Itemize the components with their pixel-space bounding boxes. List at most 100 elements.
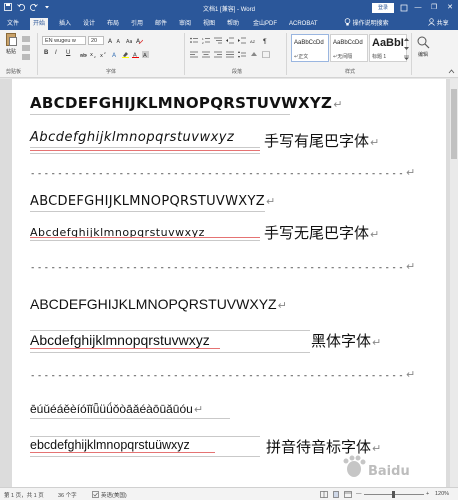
sort-icon[interactable]: AZ <box>250 37 257 44</box>
align-right-icon[interactable] <box>214 51 222 58</box>
multilevel-list-icon[interactable] <box>214 37 222 44</box>
shading-icon[interactable] <box>250 51 257 58</box>
shrink-font-icon[interactable]: A <box>116 37 123 45</box>
vertical-scrollbar[interactable] <box>450 79 458 487</box>
style-normal[interactable]: AaBbCcDd ↵正文 <box>291 34 329 62</box>
tab-acrobat[interactable]: ACROBAT <box>286 18 321 30</box>
web-layout-icon[interactable] <box>344 491 352 500</box>
align-left-icon[interactable] <box>190 51 198 58</box>
borders-icon[interactable] <box>262 51 270 58</box>
numbering-icon[interactable]: 12 <box>202 37 210 45</box>
section1-uppercase[interactable]: ABCDEFGHIJKLMNOPQRSTUVWXYZ↵ <box>30 94 343 112</box>
lowercase-text: ebcdefghijklmnopqrstuüwxyz <box>30 438 190 452</box>
print-layout-icon[interactable] <box>332 491 340 500</box>
clear-formatting-icon[interactable]: A <box>136 37 144 45</box>
scrollbar-thumb[interactable] <box>451 89 457 159</box>
highlight-icon[interactable] <box>122 51 129 58</box>
tab-review[interactable]: 审阅 <box>176 18 194 30</box>
styles-scroll-up-icon[interactable] <box>403 36 410 43</box>
minimize-button[interactable]: — <box>412 2 424 14</box>
svg-text:abc: abc <box>80 53 87 58</box>
style-no-spacing[interactable]: AaBbCcDd ↵无间隔 <box>330 34 368 62</box>
section1-lowercase[interactable]: Abcdefghijklmnopqrstuvwxyz <box>30 130 234 145</box>
underline-button[interactable]: U <box>66 50 70 56</box>
dash-separator[interactable]: ----------------------------------------… <box>30 166 417 179</box>
style-heading-1[interactable]: AaBbI 标题 1 <box>369 34 407 62</box>
styles-more-icon[interactable] <box>403 54 410 61</box>
tab-kingsoft-pdf[interactable]: 金山PDF <box>250 18 280 30</box>
guide-line <box>30 114 290 115</box>
section3-chinese-label[interactable]: 黑体字体↵ <box>311 330 381 351</box>
bold-button[interactable]: B <box>44 50 48 56</box>
bullets-icon[interactable] <box>190 37 198 44</box>
tab-home[interactable]: 开始 <box>30 18 49 30</box>
superscript-icon[interactable]: x2 <box>100 51 107 59</box>
tab-insert[interactable]: 插入 <box>56 18 74 30</box>
editing-label: 编辑 <box>417 52 428 58</box>
word-count[interactable]: 36 个字 <box>58 491 77 499</box>
collapse-ribbon-icon[interactable] <box>448 68 455 75</box>
lightbulb-icon <box>344 18 353 27</box>
change-case-icon[interactable]: Aa <box>126 37 133 45</box>
language-indicator[interactable]: 英语(美国) <box>101 491 127 499</box>
tab-file[interactable]: 文件 <box>4 18 22 30</box>
tell-me-search[interactable]: 操作说明搜索 <box>344 18 389 30</box>
line-spacing-icon[interactable] <box>238 51 246 58</box>
paragraph-group-label: 段落 <box>232 69 243 75</box>
section1-chinese-label[interactable]: 手写有尾巴字体↵ <box>264 130 379 151</box>
tab-view[interactable]: 视图 <box>200 18 218 30</box>
style-sample: AaBbI <box>372 37 404 49</box>
zoom-out-icon[interactable]: — <box>356 491 362 497</box>
cut-icon[interactable] <box>22 36 30 42</box>
copy-icon[interactable] <box>22 45 30 51</box>
editing-button[interactable]: 编辑 <box>414 35 432 61</box>
align-center-icon[interactable] <box>202 51 210 58</box>
tab-references[interactable]: 引用 <box>128 18 146 30</box>
font-color-icon[interactable]: A <box>132 51 139 59</box>
tab-layout[interactable]: 布局 <box>104 18 122 30</box>
tab-mailings[interactable]: 邮件 <box>152 18 170 30</box>
decrease-indent-icon[interactable] <box>226 37 234 44</box>
styles-scroll-down-icon[interactable] <box>403 45 410 52</box>
zoom-in-icon[interactable]: + <box>426 491 429 497</box>
font-size-select[interactable]: 20 <box>88 36 104 45</box>
format-painter-icon[interactable] <box>22 54 30 60</box>
justify-icon[interactable] <box>226 51 234 58</box>
guide-line <box>30 418 230 419</box>
section2-chinese-label[interactable]: 手写无尾巴字体↵ <box>264 222 379 243</box>
share-button[interactable]: 共享 <box>428 18 449 30</box>
pinyin-lowercase-line[interactable]: ebcdefghijklmnopqrstuüwxyz <box>30 438 190 452</box>
section3-lowercase[interactable]: Abcdefghijklmnopqrstuvwxyz <box>30 332 210 348</box>
grow-font-icon[interactable]: A <box>108 37 115 45</box>
guide-line <box>30 436 260 437</box>
zoom-slider-handle[interactable] <box>392 491 395 498</box>
font-name-select[interactable]: EN wugeu w <box>42 36 86 45</box>
char-shading-icon[interactable]: A <box>142 51 149 59</box>
increase-indent-icon[interactable] <box>238 37 246 44</box>
ribbon-display-icon[interactable] <box>398 2 410 14</box>
page-count[interactable]: 第 1 页，共 1 页 <box>4 491 44 499</box>
pinyin-chinese-label[interactable]: 拼音待音标字体↵ <box>266 436 381 457</box>
chinese-label-text: 黑体字体 <box>311 332 372 350</box>
dash-separator[interactable]: ----------------------------------------… <box>30 260 417 273</box>
text-effects-icon[interactable]: A <box>112 51 119 59</box>
login-button[interactable]: 登录 <box>372 3 394 13</box>
strikethrough-icon[interactable]: abc <box>80 51 89 59</box>
dash-separator[interactable]: ----------------------------------------… <box>30 368 417 381</box>
section3-uppercase[interactable]: ABCDEFGHIJKLMNOPQRSTUVWXYZ↵ <box>30 296 287 312</box>
tab-help[interactable]: 帮助 <box>224 18 242 30</box>
spell-check-underline <box>30 150 260 151</box>
section2-uppercase[interactable]: ABCDEFGHIJKLMNOPQRSTUVWXYZ↵ <box>30 194 275 209</box>
pinyin-vowels-line[interactable]: ēúǔéáěèíóīǐǖüǘǒòāǎéàōūǎūóu↵ <box>30 402 203 416</box>
restore-button[interactable]: ❐ <box>428 2 440 14</box>
show-marks-icon[interactable]: ¶ <box>262 37 269 46</box>
close-button[interactable]: ✕ <box>444 2 456 14</box>
italic-button[interactable]: I <box>55 50 57 56</box>
paste-button[interactable]: 粘贴 <box>4 33 18 55</box>
subscript-icon[interactable]: x2 <box>90 51 97 59</box>
tab-design[interactable]: 设计 <box>80 18 98 30</box>
guide-line <box>30 352 310 353</box>
proofing-icon[interactable] <box>92 491 99 500</box>
read-mode-icon[interactable] <box>320 491 328 500</box>
zoom-level[interactable]: 120% <box>435 491 449 497</box>
